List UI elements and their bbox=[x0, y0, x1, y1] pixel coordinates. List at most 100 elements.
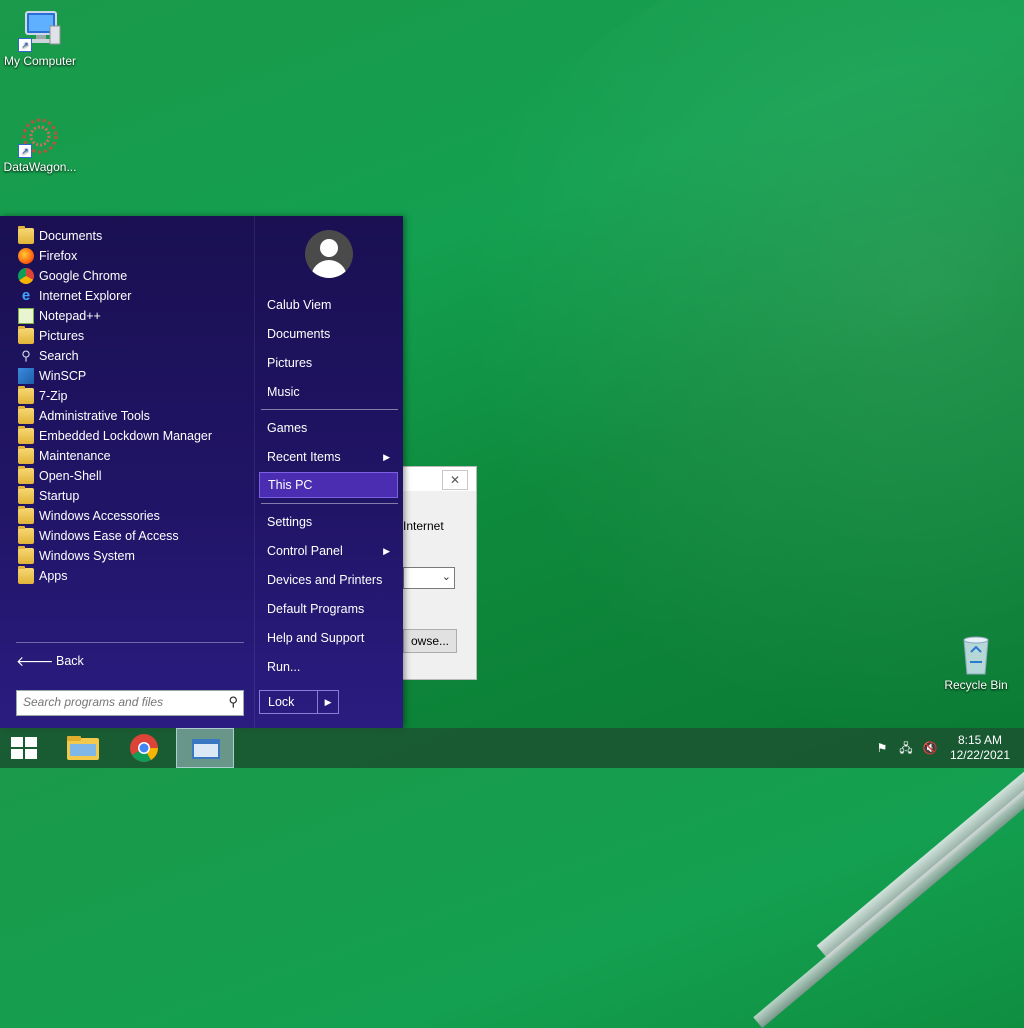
chrome-icon bbox=[18, 268, 34, 284]
desktop-icon-label: My Computer bbox=[3, 54, 77, 68]
program-label: Notepad++ bbox=[39, 309, 101, 323]
back-button[interactable]: 🡐 Back bbox=[16, 651, 84, 671]
program-item-maintenance[interactable]: Maintenance bbox=[12, 446, 248, 466]
program-item-administrative-tools[interactable]: Administrative Tools bbox=[12, 406, 248, 426]
dialog-combo-box[interactable]: ⌄ bbox=[403, 567, 455, 589]
program-label: Google Chrome bbox=[39, 269, 128, 283]
program-item-apps[interactable]: Apps bbox=[12, 566, 248, 586]
program-item-search[interactable]: ⚲ Search bbox=[12, 346, 248, 366]
program-item-documents[interactable]: Documents bbox=[12, 226, 248, 246]
search-icon[interactable]: ⚲ bbox=[228, 694, 238, 710]
search-icon: ⚲ bbox=[21, 348, 31, 363]
program-label: Firefox bbox=[39, 249, 78, 263]
program-item-google-chrome[interactable]: Google Chrome bbox=[12, 266, 248, 286]
program-label: Documents bbox=[39, 229, 103, 243]
chevron-down-icon: ⌄ bbox=[441, 571, 451, 583]
program-item-windows-ease-of-access[interactable]: Windows Ease of Access bbox=[12, 526, 248, 546]
program-list: Documents Firefox Google Chrome e Intern… bbox=[12, 226, 248, 586]
places-item-recent-items[interactable]: Recent Items ▶ bbox=[259, 444, 398, 470]
folder-icon bbox=[18, 466, 34, 484]
dialog-browse-button[interactable]: owse... bbox=[403, 629, 457, 653]
places-item-documents[interactable]: Documents bbox=[259, 321, 398, 347]
avatar[interactable] bbox=[305, 230, 353, 278]
lock-options-arrow-icon[interactable]: ▶ bbox=[317, 691, 338, 713]
places-item-settings[interactable]: Settings bbox=[259, 509, 398, 535]
places-item-music[interactable]: Music bbox=[259, 379, 398, 405]
places-item-control-panel[interactable]: Control Panel ▶ bbox=[259, 538, 398, 564]
folder-icon bbox=[18, 386, 34, 404]
program-item-7zip[interactable]: 7-Zip bbox=[12, 386, 248, 406]
desktop-icon-label: DataWagon... bbox=[3, 160, 77, 174]
program-label: Internet Explorer bbox=[39, 289, 132, 303]
apps-icon bbox=[18, 566, 34, 584]
folder-icon bbox=[18, 226, 34, 244]
places-item-label: Control Panel bbox=[267, 544, 343, 558]
arrow-left-icon: 🡐 bbox=[16, 652, 54, 669]
action-center-flag-icon[interactable]: ⚑ bbox=[874, 740, 890, 756]
program-label: WinSCP bbox=[39, 369, 87, 383]
places-item-devices-printers[interactable]: Devices and Printers bbox=[259, 567, 398, 593]
search-input[interactable] bbox=[17, 691, 219, 713]
windows-logo-icon bbox=[11, 737, 37, 759]
divider bbox=[261, 503, 398, 504]
places-item-games[interactable]: Games bbox=[259, 415, 398, 441]
program-item-windows-accessories[interactable]: Windows Accessories bbox=[12, 506, 248, 526]
computer-icon: ↗ bbox=[18, 8, 62, 52]
avatar-head bbox=[320, 239, 338, 257]
program-label: Windows Accessories bbox=[39, 509, 160, 523]
desktop-icon-recycle-bin[interactable]: Recycle Bin bbox=[940, 632, 1012, 692]
start-menu-programs-pane: Documents Firefox Google Chrome e Intern… bbox=[0, 216, 254, 728]
system-tray: ⚑ 🖧 🔇 8:15 AM 12/22/2021 bbox=[844, 728, 1024, 768]
dialog-close-button[interactable]: ✕ bbox=[442, 470, 468, 490]
submenu-arrow-icon: ▶ bbox=[383, 546, 390, 556]
folder-icon bbox=[18, 486, 34, 504]
clock[interactable]: 8:15 AM 12/22/2021 bbox=[950, 733, 1010, 763]
program-item-firefox[interactable]: Firefox bbox=[12, 246, 248, 266]
program-label: Apps bbox=[39, 569, 68, 583]
places-item-help-support[interactable]: Help and Support bbox=[259, 625, 398, 651]
program-item-startup[interactable]: Startup bbox=[12, 486, 248, 506]
program-item-pictures[interactable]: Pictures bbox=[12, 326, 248, 346]
desktop-icon-datawagon[interactable]: ↗ DataWagon... bbox=[0, 114, 80, 174]
program-item-notepadpp[interactable]: Notepad++ bbox=[12, 306, 248, 326]
taskbar-file-explorer[interactable] bbox=[56, 728, 112, 768]
program-item-open-shell[interactable]: Open-Shell bbox=[12, 466, 248, 486]
program-label: Startup bbox=[39, 489, 80, 503]
taskbar-chrome[interactable] bbox=[116, 728, 172, 768]
program-label: Windows Ease of Access bbox=[39, 529, 179, 543]
places-item-label: Recent Items bbox=[267, 450, 341, 464]
places-item-this-pc[interactable]: This PC bbox=[259, 472, 398, 498]
program-label: Administrative Tools bbox=[39, 409, 150, 423]
places-item-run[interactable]: Run... bbox=[259, 654, 398, 680]
volume-muted-icon[interactable]: 🔇 bbox=[922, 740, 938, 756]
program-item-embedded-lockdown-manager[interactable]: Embedded Lockdown Manager bbox=[12, 426, 248, 446]
shortcut-arrow-icon: ↗ bbox=[18, 38, 32, 52]
folder-icon bbox=[18, 506, 34, 524]
divider bbox=[16, 642, 244, 643]
program-item-winscp[interactable]: WinSCP bbox=[12, 366, 248, 386]
recycle-bin-icon bbox=[956, 632, 996, 676]
program-label: 7-Zip bbox=[39, 389, 68, 403]
folder-icon bbox=[18, 526, 34, 544]
clock-time: 8:15 AM bbox=[957, 733, 1002, 747]
winscp-icon bbox=[18, 368, 34, 384]
desktop-icon-my-computer[interactable]: ↗ My Computer bbox=[0, 8, 80, 68]
places-item-user[interactable]: Calub Viem bbox=[259, 292, 398, 318]
network-icon[interactable]: 🖧 bbox=[898, 740, 914, 756]
program-label: Windows System bbox=[39, 549, 135, 563]
program-label: Pictures bbox=[39, 329, 85, 343]
chrome-icon bbox=[130, 734, 158, 762]
notepadpp-icon bbox=[18, 308, 34, 324]
places-item-default-programs[interactable]: Default Programs bbox=[259, 596, 398, 622]
shortcut-arrow-icon: ↗ bbox=[18, 144, 32, 158]
program-label: Embedded Lockdown Manager bbox=[39, 429, 213, 443]
start-button[interactable] bbox=[0, 728, 56, 768]
lock-button[interactable]: Lock bbox=[260, 691, 317, 713]
search-box: ⚲ bbox=[16, 690, 244, 716]
datawagon-icon: ↗ bbox=[18, 114, 62, 158]
places-item-pictures[interactable]: Pictures bbox=[259, 350, 398, 376]
program-item-windows-system[interactable]: Windows System bbox=[12, 546, 248, 566]
program-item-internet-explorer[interactable]: e Internet Explorer bbox=[12, 286, 248, 306]
taskbar: ⚑ 🖧 🔇 8:15 AM 12/22/2021 bbox=[0, 728, 1024, 768]
taskbar-active-window[interactable] bbox=[176, 728, 234, 768]
